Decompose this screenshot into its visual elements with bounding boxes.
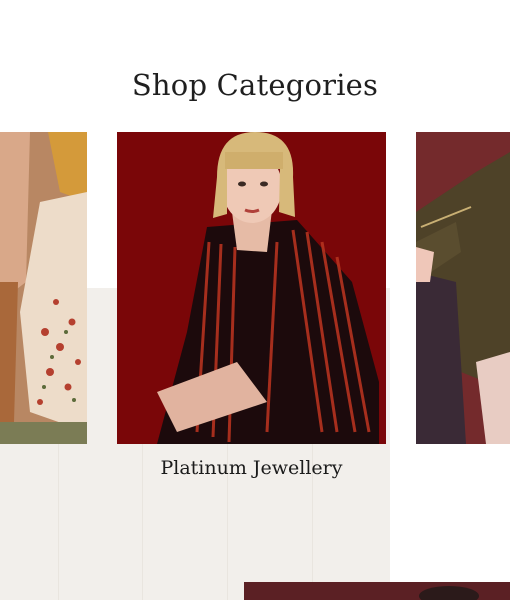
category-card-platinum-jewellery-image[interactable] [117, 132, 386, 444]
category-card-next-row-image[interactable] [244, 582, 510, 600]
section-title: Shop Categories [131, 68, 379, 102]
grid-divider [58, 444, 59, 600]
category-card-label[interactable]: Platinum Jewellery [117, 457, 386, 479]
category-card-left-image[interactable] [0, 132, 87, 444]
category-card-right-image[interactable] [416, 132, 510, 444]
